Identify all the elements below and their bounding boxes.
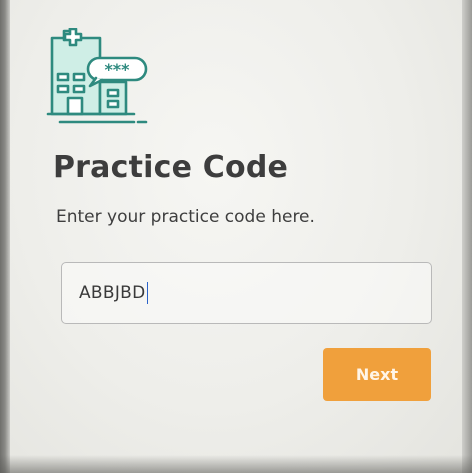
page-subtitle: Enter your practice code here. bbox=[56, 207, 315, 227]
practice-code-input[interactable]: ABBJBD bbox=[61, 262, 432, 324]
page-title: Practice Code bbox=[53, 150, 289, 185]
bottom-shade bbox=[0, 455, 472, 473]
text-caret bbox=[146, 282, 149, 304]
hospital-logo-icon: *** bbox=[46, 28, 148, 124]
next-button[interactable]: Next bbox=[323, 348, 431, 401]
password-bubble-text: *** bbox=[104, 60, 130, 79]
practice-code-value: ABBJBD bbox=[79, 283, 146, 303]
